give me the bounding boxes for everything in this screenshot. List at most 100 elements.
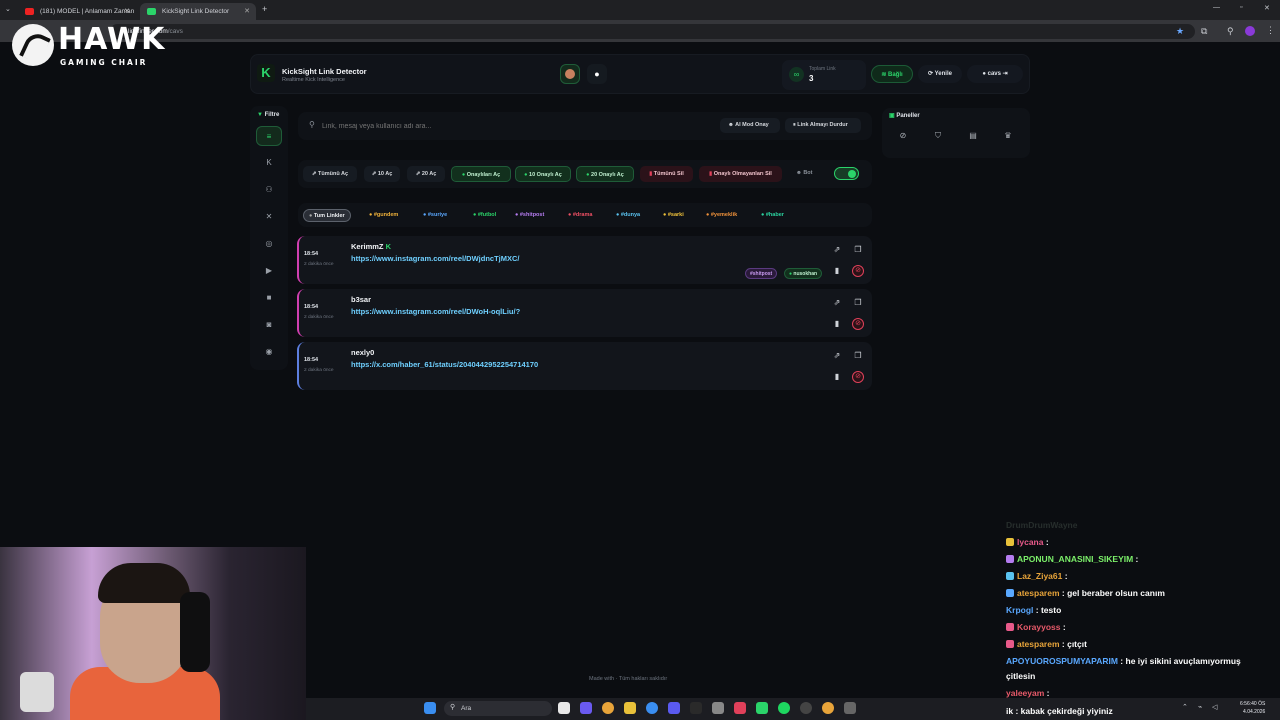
app-icon[interactable] [712, 702, 724, 714]
connected-button[interactable]: ≋ Bağlı [871, 65, 913, 83]
copy-icon[interactable]: ❐ [852, 244, 864, 256]
network-icon[interactable]: ⌁ [1198, 703, 1202, 711]
category-gundem[interactable]: ● #gundem [364, 209, 403, 222]
ban-icon[interactable]: ⊘ [852, 318, 864, 330]
archive-panel-button[interactable]: ▤ [960, 128, 986, 144]
bot-toggle[interactable] [834, 167, 859, 180]
tab-search-icon[interactable]: ⌄ [5, 5, 11, 13]
trophy-panel-button[interactable]: ♛ [995, 128, 1021, 144]
edge-icon[interactable] [646, 702, 658, 714]
close-icon[interactable]: ✕ [244, 7, 250, 15]
user-button[interactable]: ● cavs ⇥ [967, 65, 1023, 83]
minimize-icon[interactable]: — [1213, 4, 1220, 11]
address-bar[interactable]: linkfinder.com/cavs [110, 24, 1195, 39]
open-all-button[interactable]: ⇗ Tümünü Aç [303, 166, 357, 182]
category-yemeklik[interactable]: ● #yemeklik [701, 209, 742, 222]
maximize-icon[interactable]: ▫ [1240, 4, 1242, 11]
window-close-icon[interactable]: ✕ [1264, 4, 1270, 12]
folder-icon[interactable] [624, 702, 636, 714]
stop-links-button[interactable]: ⏸ Link Almayı Durdur [785, 118, 861, 133]
windows-start-icon[interactable] [424, 702, 436, 714]
category-sarki[interactable]: ● #sarki [658, 209, 689, 222]
chat-name: Korayyoss [1017, 622, 1061, 632]
kick-icon: K [266, 158, 272, 167]
ban-icon[interactable]: ⊘ [852, 265, 864, 277]
clock-date: 4.04.2026 [1243, 709, 1266, 715]
open-20-button[interactable]: ⇗ 20 Aç [407, 166, 445, 182]
category-haber[interactable]: ● #haber [756, 209, 789, 222]
chat-name: yaleeyam [1006, 688, 1045, 698]
chat-text: testo [1040, 605, 1062, 615]
category-futbol[interactable]: ● #futbol [468, 209, 501, 222]
sidebar-item-web[interactable]: ◉ [256, 342, 282, 362]
chat-message: çitlesin [1006, 671, 1035, 681]
copy-icon[interactable]: ❐ [852, 297, 864, 309]
sidebar-item-users[interactable]: ⚇ [256, 180, 282, 200]
task-view-icon[interactable] [558, 702, 570, 714]
trash-icon[interactable]: ▮ [831, 318, 843, 330]
new-tab-icon[interactable]: + [262, 4, 267, 14]
open-10-approved-button[interactable]: ● 10 Onaylı Aç [515, 166, 571, 182]
shield-panel-button[interactable]: ⛉ [925, 128, 951, 144]
open-link-icon[interactable]: ⇗ [831, 244, 843, 256]
category-suriye[interactable]: ● #suriye [418, 209, 452, 222]
sidebar-item-all[interactable]: ≡ [256, 126, 282, 146]
open-10-button[interactable]: ⇗ 10 Aç [364, 166, 400, 182]
taskbar-search[interactable]: Ara [444, 701, 552, 716]
sidebar-item-youtube[interactable]: ▶ [256, 261, 282, 281]
app-red-icon[interactable] [734, 702, 746, 714]
refresh-button[interactable]: ⟳ Yenile [918, 65, 962, 83]
chat-name: atesparem [1017, 639, 1060, 649]
sidebar-item-x[interactable]: ✕ [256, 207, 282, 227]
sidebar-item-video[interactable]: ■ [256, 288, 282, 308]
taskbar-clock[interactable]: 6:56:40 ÖS 4.04.2026 [1240, 700, 1265, 716]
copilot-icon[interactable] [580, 702, 592, 714]
copy-icon[interactable]: ❐ [852, 350, 864, 362]
open-link-icon[interactable]: ⇗ [831, 350, 843, 362]
chrome-icon[interactable] [602, 702, 614, 714]
ban-icon[interactable]: ⊘ [852, 371, 864, 383]
open-link-icon[interactable]: ⇗ [831, 297, 843, 309]
channel-avatar-icon[interactable] [560, 64, 580, 84]
avatar[interactable] [1245, 26, 1255, 36]
logout-icon[interactable]: ⇥ [1001, 71, 1008, 77]
tray-chevron-icon[interactable]: ⌃ [1182, 703, 1188, 711]
close-icon[interactable]: ✕ [124, 7, 130, 15]
trash-icon[interactable]: ▮ [831, 371, 843, 383]
row-link[interactable]: https://www.instagram.com/reel/DWjdncTjM… [351, 254, 520, 263]
search-input[interactable] [322, 117, 712, 135]
archive-icon: ▤ [969, 131, 977, 140]
chat-message: yaleeyam : [1006, 688, 1050, 698]
delete-all-button[interactable]: ▮ Tümünü Sil [640, 166, 693, 182]
open-approved-button[interactable]: ● Onaylıları Aç [451, 166, 511, 182]
category-drama[interactable]: ● #drama [563, 209, 597, 222]
open-20-approved-button[interactable]: ● 20 Onaylı Aç [576, 166, 634, 182]
sidebar-item-camera[interactable]: ◙ [256, 315, 282, 335]
chrome-icon[interactable] [822, 702, 834, 714]
bookmark-star-icon[interactable]: ★ [1176, 26, 1184, 37]
sidebar-item-kick[interactable]: K [256, 153, 282, 173]
sidebar-item-instagram[interactable]: ◎ [256, 234, 282, 254]
menu-icon[interactable]: ⋮ [1266, 25, 1275, 36]
trash-icon[interactable]: ▮ [831, 265, 843, 277]
obs-icon[interactable] [800, 702, 812, 714]
row-link[interactable]: https://x.com/haber_61/status/2040442952… [351, 360, 538, 369]
discord-icon[interactable] [668, 702, 680, 714]
ai-mod-button[interactable]: ☻ AI Mod Onay [720, 118, 780, 133]
app-green-icon[interactable] [756, 702, 768, 714]
profile-icon[interactable]: ⚲ [1227, 26, 1234, 37]
speaker-icon[interactable]: ◁ [1212, 703, 1217, 711]
tab-kicksight[interactable]: KickSight Link Detector ✕ [140, 3, 256, 20]
ban-panel-button[interactable]: ⊘ [890, 128, 916, 144]
category-all[interactable]: ● Tum Linkler [303, 209, 351, 222]
extensions-icon[interactable]: ⧉ [1201, 26, 1207, 37]
category-dunya[interactable]: ● #dunya [611, 209, 645, 222]
category-shitpost[interactable]: ● #shitpost [510, 209, 549, 222]
delete-unapproved-button[interactable]: ▮ Onaylı Olmayanları Sil [699, 166, 782, 182]
row-link[interactable]: https://www.instagram.com/reel/DWoH-oqlL… [351, 307, 520, 316]
steam-icon[interactable] [690, 702, 702, 714]
pepe-icon[interactable]: ● [587, 64, 607, 84]
spotify-icon[interactable] [778, 702, 790, 714]
app-icon[interactable] [844, 702, 856, 714]
tab-youtube[interactable]: (181) MODEL | Anlamam Zaman ✕ [18, 3, 136, 20]
